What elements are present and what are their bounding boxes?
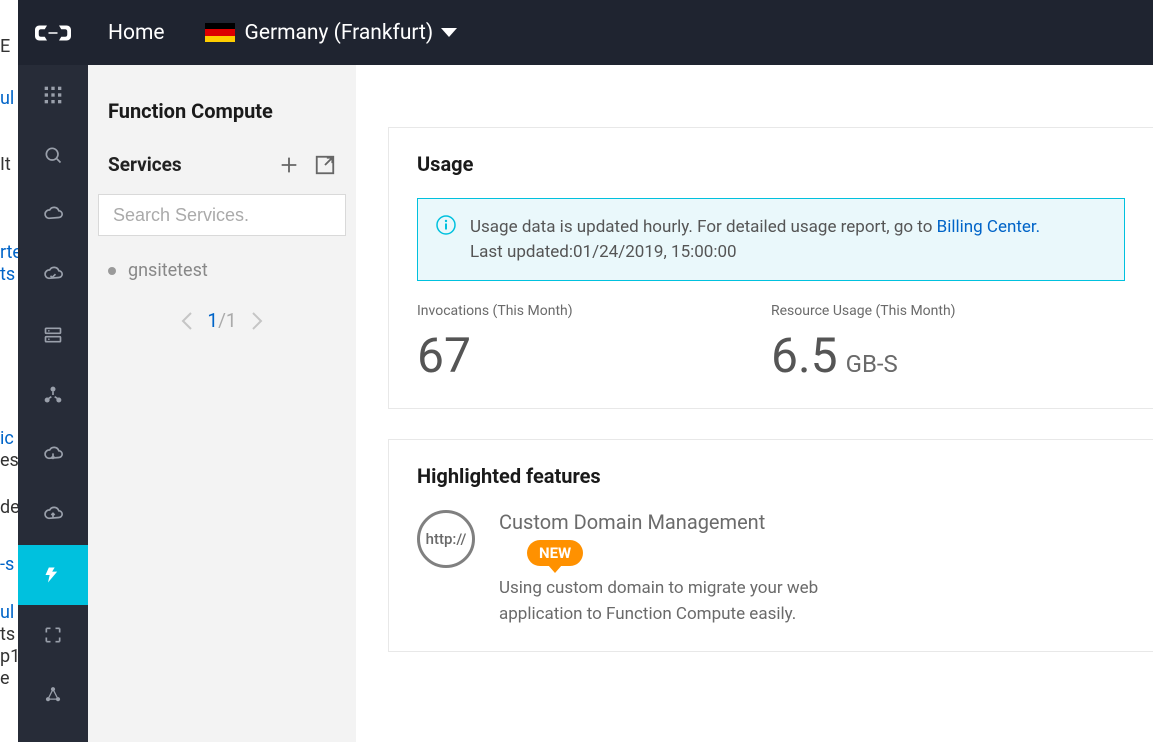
metric-label: Resource Usage (This Month) [771, 303, 1105, 319]
rail-function-compute-icon[interactable] [18, 545, 88, 605]
search-input[interactable] [98, 194, 346, 236]
edge-text: -s [0, 552, 14, 577]
feature-description: Using custom domain to migrate your web … [499, 576, 899, 627]
edge-text: ul [0, 86, 14, 111]
nav-home[interactable]: Home [108, 21, 165, 45]
topbar: Home Germany (Frankfurt) [18, 0, 1153, 65]
edge-text: de [0, 495, 20, 520]
edge-text: E [0, 34, 10, 59]
main-content: Usage Usage data is updated hourly. For … [356, 65, 1153, 742]
http-icon: http:// [417, 510, 475, 568]
rail-search-icon[interactable] [18, 125, 88, 185]
rail-server-icon[interactable] [18, 305, 88, 365]
usage-title: Usage [417, 152, 1125, 176]
region-selector[interactable]: Germany (Frankfurt) [205, 21, 458, 45]
edge-text: ic [0, 426, 14, 451]
service-list: gnsitetest [88, 248, 356, 287]
metric-resource: Resource Usage (This Month) 6.5 GB-S [771, 303, 1125, 384]
rail-apps-icon[interactable] [18, 65, 88, 125]
pager-current: 1 [207, 309, 218, 332]
flag-germany-icon [205, 23, 235, 43]
notice-updated: Last updated:01/24/2019, 15:00:00 [470, 242, 737, 262]
rail-cloud-up-icon[interactable] [18, 485, 88, 545]
service-name: gnsitetest [128, 260, 208, 281]
region-label: Germany (Frankfurt) [245, 21, 434, 45]
edge-text: e [0, 666, 10, 691]
metric-value: 6.5 [771, 327, 838, 384]
edge-text: It [0, 152, 11, 177]
pager-total: /1 [218, 309, 237, 332]
pager-prev-icon[interactable] [181, 312, 193, 330]
rail-cloud-sync-icon[interactable] [18, 245, 88, 305]
edge-text: es [0, 448, 19, 473]
new-badge: NEW [527, 540, 583, 566]
panel-title: Function Compute [88, 65, 356, 153]
icon-rail [18, 65, 88, 742]
panel-subtitle: Services [108, 153, 182, 176]
info-icon [436, 215, 456, 235]
billing-center-link[interactable]: Billing Center. [937, 217, 1041, 237]
notice-text: Usage data is updated hourly. For detail… [470, 217, 937, 237]
services-panel: Function Compute Services gnsitetest 1/1 [88, 65, 356, 742]
chevron-down-icon [441, 28, 457, 37]
search-services [98, 194, 346, 236]
edge-text: ts [0, 262, 15, 287]
status-dot-icon [108, 267, 116, 275]
edge-text: ul [0, 600, 14, 625]
features-title: Highlighted features [417, 464, 1125, 488]
popout-icon[interactable] [314, 154, 336, 176]
features-card: Highlighted features http:// Custom Doma… [388, 439, 1153, 652]
rail-cloud-down-icon[interactable] [18, 425, 88, 485]
rail-expand-icon[interactable] [18, 605, 88, 665]
rail-cloud-icon[interactable] [18, 185, 88, 245]
feature-name: Custom Domain Management [499, 510, 899, 534]
add-service-icon[interactable] [278, 154, 300, 176]
usage-notice: Usage data is updated hourly. For detail… [417, 198, 1125, 281]
metric-invocations: Invocations (This Month) 67 [417, 303, 771, 384]
metric-label: Invocations (This Month) [417, 303, 751, 319]
metric-unit: GB-S [846, 350, 898, 378]
metric-value: 67 [417, 327, 751, 384]
services-pager: 1/1 [88, 309, 356, 332]
edge-text: ts [0, 622, 15, 647]
rail-nodes-icon[interactable] [18, 665, 88, 725]
brand-logo-icon[interactable] [18, 23, 88, 43]
usage-card: Usage Usage data is updated hourly. For … [388, 127, 1153, 409]
service-item[interactable]: gnsitetest [98, 254, 346, 287]
pager-next-icon[interactable] [251, 312, 263, 330]
rail-network-icon[interactable] [18, 365, 88, 425]
